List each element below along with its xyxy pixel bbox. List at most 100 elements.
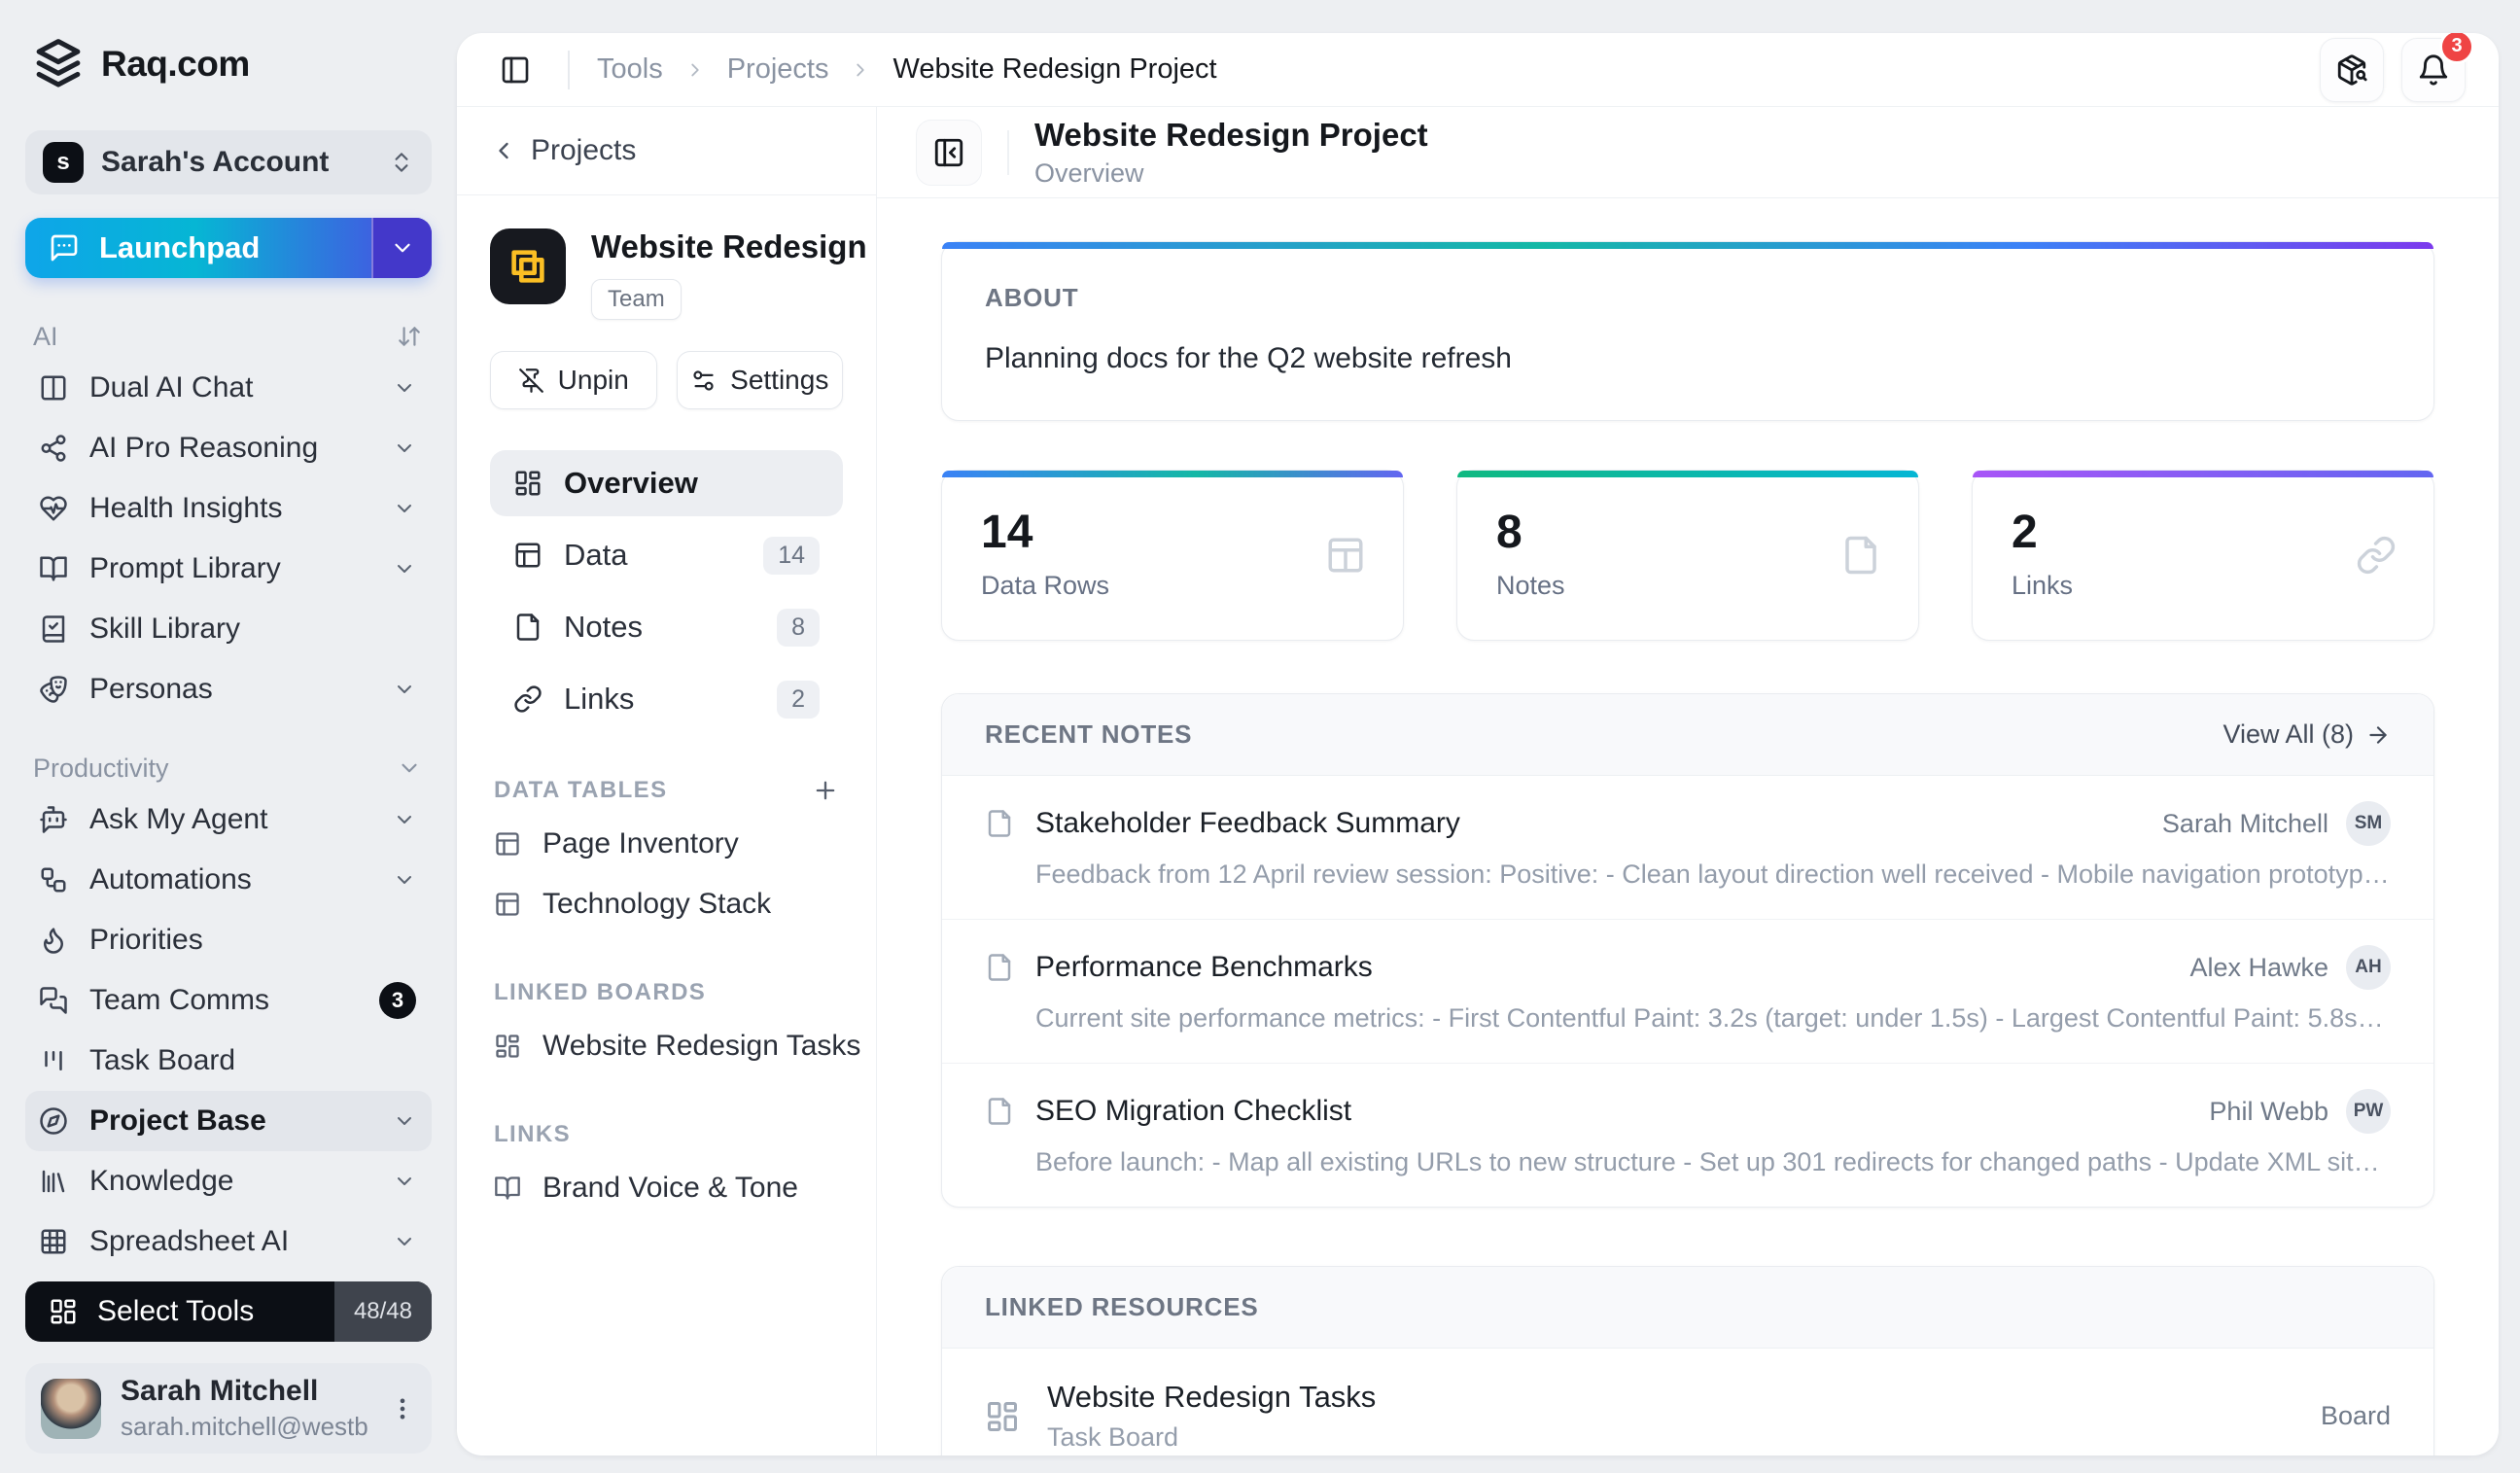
sidebar-item-task-board[interactable]: Task Board: [25, 1031, 432, 1091]
unpin-button[interactable]: Unpin: [490, 351, 657, 409]
recent-notes-card: RECENT NOTES View All (8) Stakeholder Fe…: [941, 693, 2434, 1208]
linked-board-label: Website Redesign Tasks: [542, 1030, 860, 1063]
note-row-performance-benchmarks[interactable]: Performance Benchmarks Alex Hawke AH Cur…: [942, 920, 2433, 1064]
sidebar-item-priorities[interactable]: Priorities: [25, 910, 432, 970]
settings-button[interactable]: Settings: [677, 351, 844, 409]
file-icon: [1840, 535, 1881, 576]
linked-board-website-redesign-tasks[interactable]: Website Redesign Tasks: [490, 1016, 843, 1076]
crop-squares-icon: [506, 244, 550, 289]
panel-collapse-button[interactable]: [916, 120, 982, 186]
tab-links[interactable]: Links 2: [490, 666, 843, 732]
notifications-button[interactable]: 3: [2401, 38, 2466, 102]
stat-card-links[interactable]: 2 Links: [1972, 470, 2434, 641]
data-table-page-inventory[interactable]: Page Inventory: [490, 814, 843, 874]
tab-count: 2: [777, 681, 820, 719]
library-icon: [39, 1167, 68, 1196]
chevron-down-icon: [393, 1109, 416, 1133]
account-avatar: s: [43, 142, 84, 183]
stat-label: Links: [2012, 571, 2395, 601]
more-vertical-icon[interactable]: [389, 1395, 416, 1422]
sidebar-item-project-base[interactable]: Project Base: [25, 1091, 432, 1151]
tab-data[interactable]: Data 14: [490, 522, 843, 588]
stat-card-notes[interactable]: 8 Notes: [1456, 470, 1919, 641]
kanban-icon: [39, 1046, 68, 1075]
sidebar-item-label: Spreadsheet AI: [89, 1225, 371, 1258]
stat-label: Data Rows: [981, 571, 1364, 601]
links-title: LINKS: [494, 1121, 571, 1148]
sidebar-item-spreadsheet-ai[interactable]: Spreadsheet AI: [25, 1211, 432, 1272]
main-header: Website Redesign Project Overview: [877, 107, 2499, 198]
launchpad-button[interactable]: Launchpad: [25, 218, 432, 278]
sidebar-item-team-comms[interactable]: Team Comms 3: [25, 970, 432, 1031]
sidebar-section-productivity[interactable]: Productivity: [25, 747, 432, 789]
table-icon: [513, 541, 542, 570]
network-icon: [39, 434, 68, 463]
launchpad-main[interactable]: Launchpad: [25, 218, 371, 278]
sidebar-item-dual-ai-chat[interactable]: Dual AI Chat: [25, 358, 432, 418]
page-subtitle: Overview: [1034, 158, 1428, 189]
select-tools-main[interactable]: Select Tools: [25, 1281, 334, 1342]
sidebar-item-personas[interactable]: Personas: [25, 659, 432, 719]
sidebar-item-label: Priorities: [89, 924, 416, 957]
sidebar-item-skill-library[interactable]: Skill Library: [25, 599, 432, 659]
author-avatar: AH: [2346, 945, 2391, 990]
view-all-notes-link[interactable]: View All (8): [2222, 719, 2391, 750]
about-card: ABOUT Planning docs for the Q2 website r…: [941, 241, 2434, 421]
note-excerpt: Current site performance metrics: - Firs…: [1035, 1003, 2391, 1034]
project-name: Website Redesign P...: [591, 228, 876, 265]
user-menu[interactable]: Sarah Mitchell sarah.mitchell@westbur...: [25, 1363, 432, 1454]
project-nav: Overview Data 14 Notes 8 Links: [490, 450, 843, 732]
link-brand-voice-tone[interactable]: Brand Voice & Tone: [490, 1158, 843, 1218]
resource-row-website-redesign-tasks[interactable]: Website Redesign Tasks Task Board Board: [942, 1349, 2433, 1455]
sidebar-item-automations[interactable]: Automations: [25, 850, 432, 910]
linked-resources-title: LINKED RESOURCES: [985, 1292, 1259, 1322]
breadcrumb-tools[interactable]: Tools: [597, 53, 663, 86]
sidebar-item-health-insights[interactable]: Health Insights: [25, 478, 432, 539]
chevron-left-icon: [490, 137, 517, 164]
unread-badge: 3: [379, 982, 416, 1019]
sidebar-item-label: Health Insights: [89, 492, 371, 525]
layout-dashboard-icon: [513, 469, 542, 498]
note-row-seo-migration-checklist[interactable]: SEO Migration Checklist Phil Webb PW Bef…: [942, 1064, 2433, 1207]
sidebar-item-label: Skill Library: [89, 613, 416, 646]
sidebar-item-knowledge[interactable]: Knowledge: [25, 1151, 432, 1211]
back-to-projects[interactable]: Projects: [457, 107, 876, 195]
link-label: Brand Voice & Tone: [542, 1172, 798, 1205]
topbar-actions: 3: [2320, 38, 2466, 102]
file-icon: [985, 1097, 1014, 1126]
panel-left-icon: [500, 54, 531, 86]
package-search-button[interactable]: [2320, 38, 2384, 102]
sort-icon[interactable]: [397, 324, 422, 349]
sidebar-item-prompt-library[interactable]: Prompt Library: [25, 539, 432, 599]
file-icon: [985, 809, 1014, 838]
arrow-right-icon: [2365, 722, 2391, 748]
resource-type: Board: [2321, 1401, 2391, 1431]
tab-notes[interactable]: Notes 8: [490, 594, 843, 660]
section-title: AI: [33, 322, 58, 352]
tab-count: 14: [763, 537, 820, 575]
drama-icon: [39, 675, 68, 704]
unpin-label: Unpin: [558, 365, 629, 396]
tab-overview[interactable]: Overview: [490, 450, 843, 516]
stat-gradient-bar: [942, 471, 1403, 477]
launchpad-dropdown-button[interactable]: [371, 218, 432, 278]
account-switcher[interactable]: s Sarah's Account: [25, 130, 432, 194]
stat-card-data-rows[interactable]: 14 Data Rows: [941, 470, 1404, 641]
sidebar-toggle-button[interactable]: [490, 45, 541, 95]
plus-icon[interactable]: [812, 777, 839, 804]
sidebar-item-ai-pro-reasoning[interactable]: AI Pro Reasoning: [25, 418, 432, 478]
table-icon: [494, 830, 521, 858]
layers-icon: [31, 37, 86, 91]
recent-notes-header: RECENT NOTES View All (8): [942, 694, 2433, 776]
sidebar-item-ask-my-agent[interactable]: Ask My Agent: [25, 789, 432, 850]
sidebar-item-label: Team Comms: [89, 984, 358, 1017]
select-tools-button[interactable]: Select Tools 48/48: [25, 1281, 432, 1342]
data-table-technology-stack[interactable]: Technology Stack: [490, 874, 843, 934]
tab-count: 8: [777, 609, 820, 647]
app-sidebar: Raq.com s Sarah's Account Launchpad AI D…: [0, 0, 457, 1473]
note-top: Stakeholder Feedback Summary Sarah Mitch…: [985, 801, 2391, 846]
layout-grid-icon: [985, 1399, 1020, 1434]
layout-grid-icon: [49, 1297, 78, 1326]
breadcrumb-projects[interactable]: Projects: [727, 53, 829, 86]
note-row-stakeholder-feedback[interactable]: Stakeholder Feedback Summary Sarah Mitch…: [942, 776, 2433, 920]
